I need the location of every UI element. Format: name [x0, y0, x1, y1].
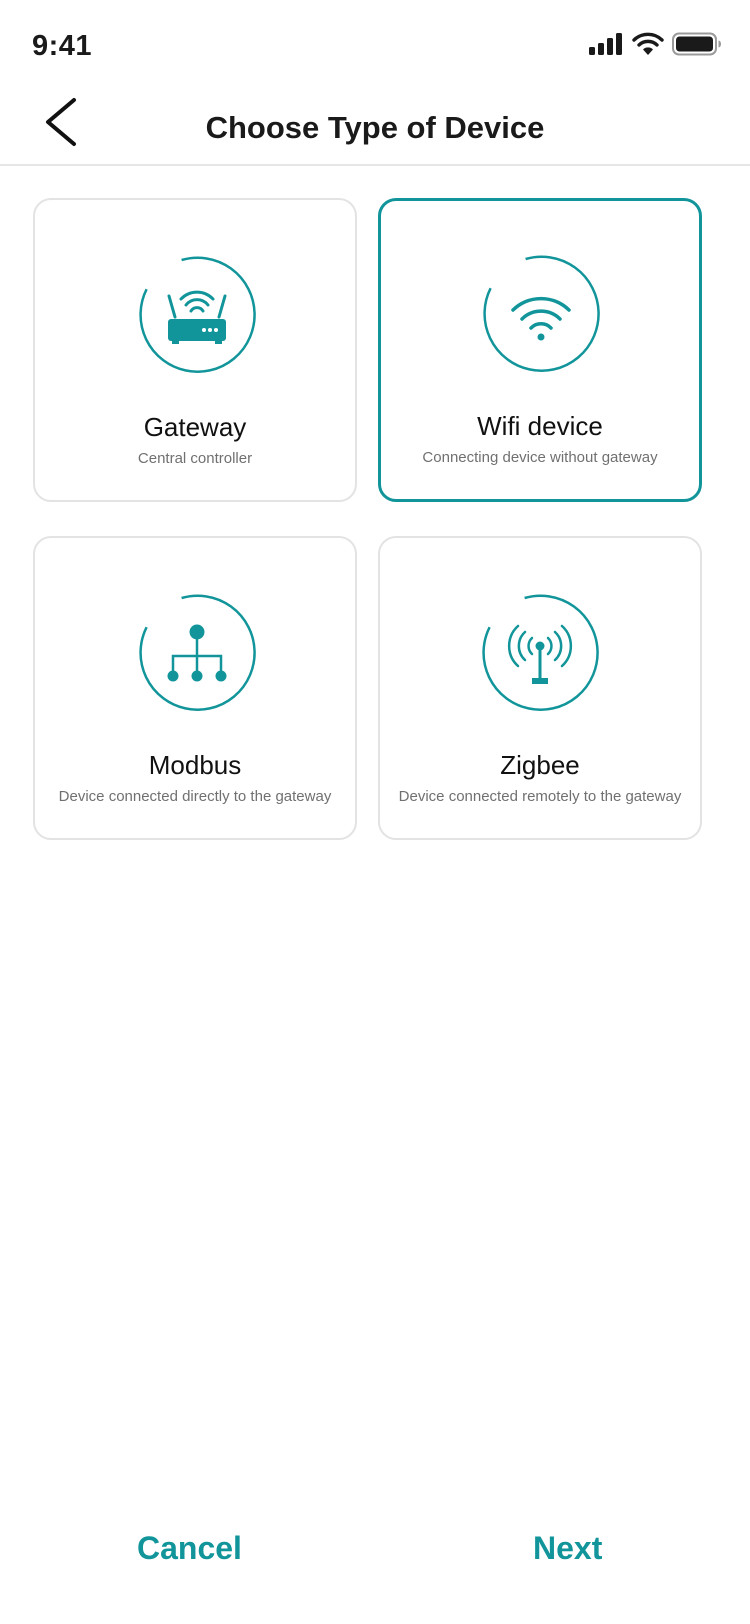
status-time: 9:41 — [32, 30, 93, 62]
status-icons — [588, 32, 722, 56]
device-card-description: Central controller — [137, 450, 253, 467]
device-card-title: Gateway — [143, 412, 247, 442]
device-card-title: Wifi device — [477, 411, 603, 441]
navigation-bar: Choose Type of Device — [0, 86, 750, 166]
battery-icon — [672, 32, 721, 56]
next-button[interactable]: Next — [533, 1530, 602, 1567]
page-title: Choose Type of Device — [205, 110, 545, 145]
device-card-wifi[interactable]: Wifi device Connecting device without ga… — [378, 198, 702, 502]
antenna-icon — [482, 594, 599, 711]
device-card-title: Zigbee — [500, 750, 580, 780]
device-card-title: Modbus — [148, 750, 242, 780]
router-icon — [139, 256, 256, 373]
network-tree-icon — [139, 594, 256, 711]
device-card-modbus[interactable]: Modbus Device connected directly to the … — [33, 536, 357, 840]
device-card-zigbee[interactable]: Zigbee Device connected remotely to the … — [378, 536, 702, 840]
device-card-gateway[interactable]: Gateway Central controller — [33, 198, 357, 502]
cancel-button[interactable]: Cancel — [137, 1530, 242, 1567]
device-card-description: Device connected remotely to the gateway — [398, 788, 682, 805]
device-type-grid: Gateway Central controller Wifi device C… — [33, 198, 719, 840]
device-card-description: Connecting device without gateway — [422, 449, 658, 466]
status-bar: 9:41 — [0, 0, 750, 90]
wifi-icon — [632, 32, 664, 55]
cellular-signal-icon — [589, 33, 622, 55]
wifi-icon — [483, 255, 600, 372]
device-card-description: Device connected directly to the gateway — [58, 788, 332, 805]
